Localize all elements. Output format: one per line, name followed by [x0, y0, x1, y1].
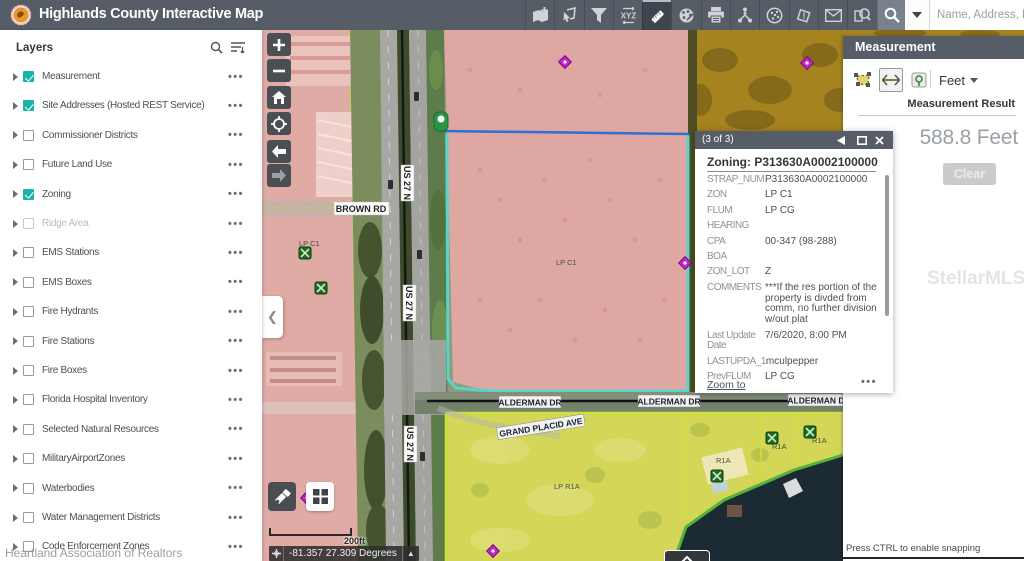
- svg-text:ALDERMAN D: ALDERMAN D: [787, 396, 844, 406]
- svg-text:US 27 N: US 27 N: [402, 166, 412, 200]
- svg-text:LP R1A: LP R1A: [554, 482, 580, 491]
- svg-text:LP C1: LP C1: [556, 258, 577, 267]
- svg-text:BROWN RD: BROWN RD: [336, 204, 387, 214]
- svg-text:US 27 N: US 27 N: [404, 286, 414, 320]
- svg-text:R1A: R1A: [716, 456, 731, 465]
- svg-text:ALDERMAN DR: ALDERMAN DR: [498, 398, 561, 408]
- svg-text:ALDERMAN DR: ALDERMAN DR: [637, 397, 700, 407]
- svg-text:US 27 N: US 27 N: [405, 427, 415, 461]
- svg-text:XYZ: XYZ: [620, 11, 636, 20]
- svg-text:!: !: [803, 11, 806, 21]
